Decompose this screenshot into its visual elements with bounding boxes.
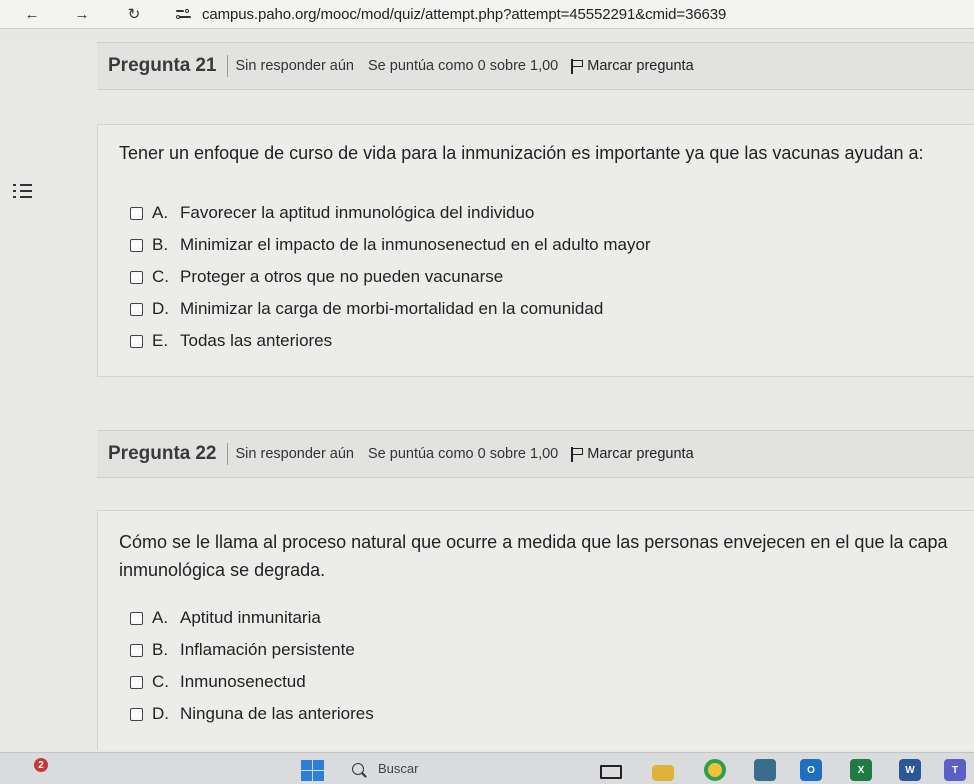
reload-icon[interactable]: ↻ <box>124 4 144 24</box>
option-text: Minimizar el impacto de la inmunosenectu… <box>180 235 651 254</box>
divider <box>226 443 228 465</box>
answer-option-a[interactable]: A. Favorecer la aptitud inmunológica del… <box>130 197 651 229</box>
option-letter: C. <box>152 267 169 286</box>
page-top-strip <box>0 29 974 39</box>
flag-icon <box>570 446 584 462</box>
list-icon[interactable] <box>13 182 33 200</box>
option-text: Ninguna de las anteriores <box>180 704 374 723</box>
question-label: Pregunta <box>108 55 191 76</box>
option-text: Inmunosenectud <box>180 672 306 691</box>
store-icon[interactable] <box>754 759 776 781</box>
question-state: Sin responder aún <box>235 58 355 74</box>
teams-icon[interactable]: T <box>944 759 966 781</box>
chrome-icon[interactable] <box>704 759 726 781</box>
answer-checkbox[interactable] <box>130 611 143 625</box>
answer-checkbox[interactable] <box>130 675 143 689</box>
question-header-22: Pregunta 22 Sin responder aún Se puntúa … <box>97 430 974 478</box>
taskbar-search[interactable]: Buscar <box>352 761 418 776</box>
question-content-21: Tener un enfoque de curso de vida para l… <box>97 124 974 377</box>
taskbar: 2 Buscar O X W T <box>0 752 974 784</box>
answer-option-d[interactable]: D. Ninguna de las anteriores <box>130 698 374 730</box>
answer-option-c[interactable]: C. Proteger a otros que no pueden vacuna… <box>130 261 651 293</box>
answer-checkbox[interactable] <box>130 270 143 284</box>
answer-option-b[interactable]: B. Minimizar el impacto de la inmunosene… <box>130 229 651 261</box>
answer-options: A. Aptitud inmunitaria B. Inflamación pe… <box>130 602 374 730</box>
answer-checkbox[interactable] <box>130 707 143 721</box>
back-arrow-icon[interactable]: ← <box>22 4 42 24</box>
answer-checkbox[interactable] <box>130 238 143 252</box>
question-number: 21 <box>195 55 217 76</box>
option-text: Aptitud inmunitaria <box>180 608 321 627</box>
answer-option-d[interactable]: D. Minimizar la carga de morbi-mortalida… <box>130 293 651 325</box>
file-explorer-icon[interactable] <box>652 765 674 781</box>
forward-arrow-icon[interactable]: → <box>72 4 92 24</box>
answer-checkbox[interactable] <box>130 334 143 348</box>
answer-checkbox[interactable] <box>130 206 143 220</box>
flag-question-button[interactable]: Marcar pregunta <box>570 446 694 462</box>
option-letter: C. <box>152 672 169 691</box>
option-letter: E. <box>152 331 169 350</box>
answer-checkbox[interactable] <box>130 302 143 316</box>
flag-question-label: Marcar pregunta <box>587 446 694 462</box>
flag-icon <box>570 58 584 74</box>
option-text: Favorecer la aptitud inmunológica del in… <box>180 203 535 222</box>
answer-option-e[interactable]: E. Todas las anteriores <box>130 325 651 357</box>
answer-option-b[interactable]: B. Inflamación persistente <box>130 634 374 666</box>
search-icon <box>352 762 364 775</box>
question-content-22: Cómo se le llama al proceso natural que … <box>97 510 974 750</box>
divider <box>226 55 228 77</box>
question-state: Sin responder aún <box>235 446 355 462</box>
option-letter: B. <box>152 235 169 254</box>
question-text-line: Cómo se le llama al proceso natural que … <box>119 532 948 552</box>
browser-toolbar: ← → ↻ campus.paho.org/mooc/mod/quiz/atte… <box>0 0 974 29</box>
answer-options: A. Favorecer la aptitud inmunológica del… <box>130 197 651 357</box>
search-placeholder: Buscar <box>378 761 419 776</box>
question-grade: Se puntúa como 0 sobre 1,00 <box>368 446 559 462</box>
option-text: Todas las anteriores <box>180 331 333 350</box>
windows-start-icon[interactable] <box>301 760 325 782</box>
option-text: Proteger a otros que no pueden vacunarse <box>180 267 504 286</box>
answer-option-a[interactable]: A. Aptitud inmunitaria <box>130 602 374 634</box>
question-label: Pregunta <box>108 443 191 464</box>
outlook-icon[interactable]: O <box>800 759 822 781</box>
question-grade: Se puntúa como 0 sobre 1,00 <box>368 58 559 74</box>
question-number: 22 <box>195 443 217 464</box>
excel-icon[interactable]: X <box>850 759 872 781</box>
flag-question-button[interactable]: Marcar pregunta <box>570 58 694 74</box>
question-header-21: Pregunta 21 Sin responder aún Se puntúa … <box>97 42 974 90</box>
site-info-icon[interactable] <box>176 7 192 21</box>
word-icon[interactable]: W <box>899 759 921 781</box>
option-letter: D. <box>152 704 169 723</box>
option-text: Minimizar la carga de morbi-mortalidad e… <box>180 299 604 318</box>
option-text: Inflamación persistente <box>180 640 355 659</box>
option-letter: A. <box>152 608 169 627</box>
question-text: Tener un enfoque de curso de vida para l… <box>119 143 924 163</box>
task-view-icon[interactable] <box>600 765 622 779</box>
answer-checkbox[interactable] <box>130 643 143 657</box>
notification-badge[interactable]: 2 <box>34 758 48 772</box>
option-letter: A. <box>152 203 169 222</box>
question-text: Cómo se le llama al proceso natural que … <box>119 528 948 584</box>
flag-question-label: Marcar pregunta <box>587 58 694 74</box>
question-text-line: inmunológica se degrada. <box>119 560 326 580</box>
answer-option-c[interactable]: C. Inmunosenectud <box>130 666 374 698</box>
option-letter: D. <box>152 299 169 318</box>
address-bar[interactable]: campus.paho.org/mooc/mod/quiz/attempt.ph… <box>202 6 726 23</box>
option-letter: B. <box>152 640 169 659</box>
